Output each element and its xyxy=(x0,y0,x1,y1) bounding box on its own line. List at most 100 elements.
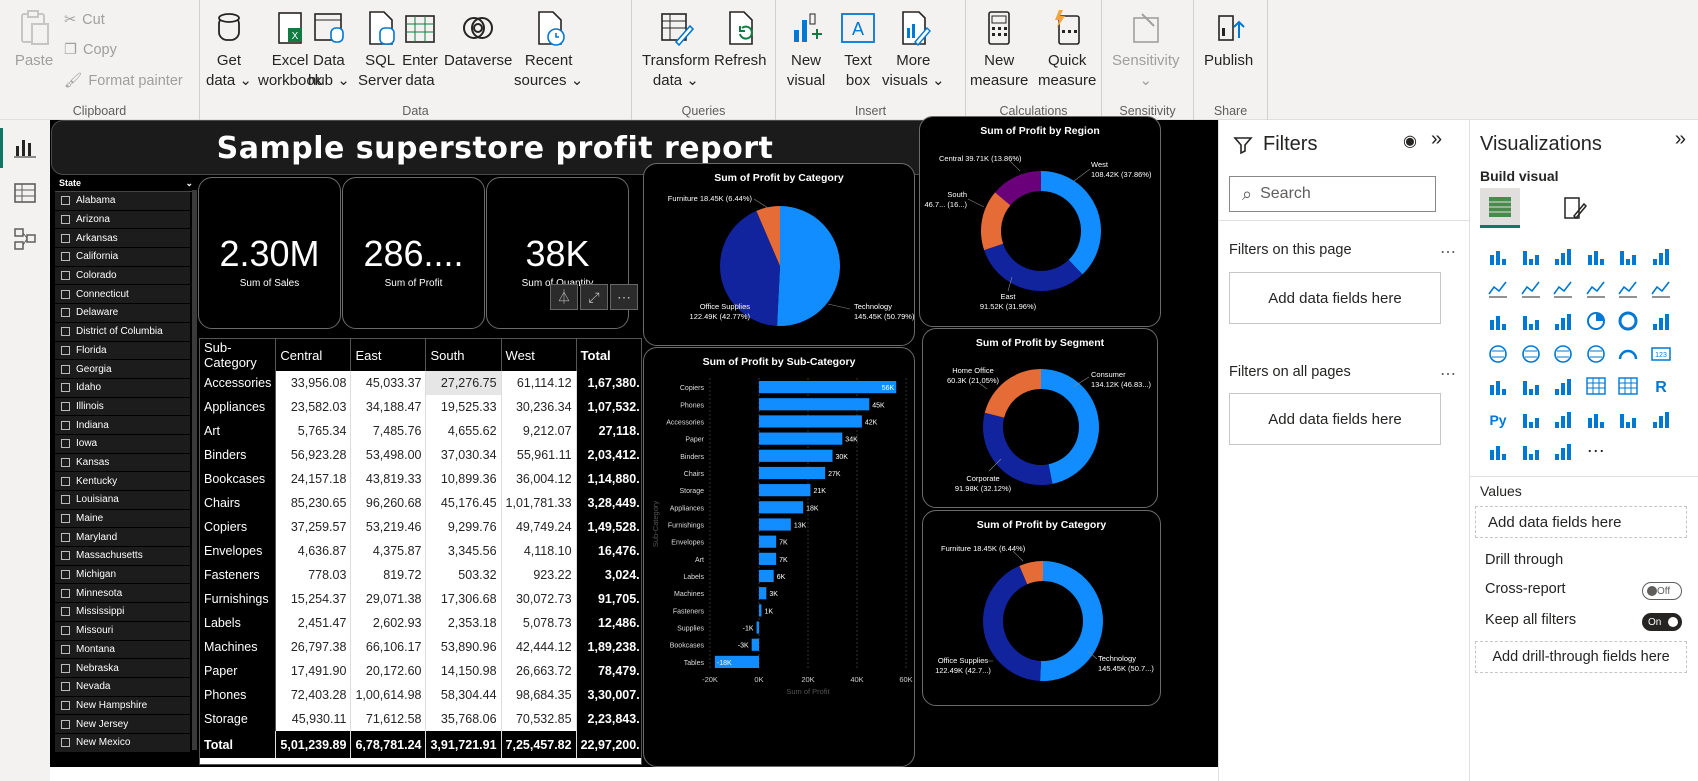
filled-map-visual-icon[interactable] xyxy=(1515,338,1548,371)
bar-fasteners[interactable] xyxy=(759,604,762,617)
checkbox[interactable] xyxy=(61,289,70,299)
slicer-item[interactable]: Louisiana xyxy=(55,491,190,510)
quick-measure-button[interactable]: Quick measure xyxy=(1038,8,1096,91)
profit-by-segment-donut[interactable]: Sum of Profit by Segment Consumer 134.12K… xyxy=(922,328,1158,508)
checkbox[interactable] xyxy=(61,345,70,355)
slicer-item[interactable]: Delaware xyxy=(55,304,190,323)
checkbox[interactable] xyxy=(61,607,70,617)
table-row[interactable]: Art 5,765.34 7,485.76 4,655.62 9,212.07 27,11… xyxy=(200,419,641,443)
qa-visual-icon[interactable] xyxy=(1580,403,1613,436)
data-hub-button[interactable]: Data hub ⌄ xyxy=(308,8,350,91)
r-visual-visual-icon[interactable]: R xyxy=(1645,370,1678,403)
bar-chairs[interactable] xyxy=(759,466,826,480)
ribbon-visual-icon[interactable] xyxy=(1645,273,1678,306)
slicer-visual-icon[interactable] xyxy=(1547,370,1580,403)
checkbox[interactable] xyxy=(61,495,70,505)
checkbox[interactable] xyxy=(61,719,70,729)
column-header[interactable]: Central xyxy=(275,339,352,371)
bar-supplies[interactable] xyxy=(756,621,759,634)
stacked-bar-visual-icon[interactable] xyxy=(1482,240,1515,273)
filters-all-drop-zone[interactable]: Add data fields here xyxy=(1229,393,1441,445)
slicer-item[interactable]: California xyxy=(55,248,190,267)
100-column-visual-icon[interactable] xyxy=(1645,240,1678,273)
checkbox[interactable] xyxy=(61,588,70,598)
kpi-visual-icon[interactable] xyxy=(1515,370,1548,403)
slicer-item[interactable]: New Mexico xyxy=(55,733,190,753)
checkbox[interactable] xyxy=(61,700,70,710)
checkbox[interactable] xyxy=(61,327,70,337)
slicer-item[interactable]: New Hampshire xyxy=(55,696,190,716)
table-row[interactable]: Appliances 23,582.03 34,188.47 19,525.33 30,… xyxy=(200,395,641,419)
donut-visual-icon[interactable] xyxy=(1612,305,1645,338)
checkbox[interactable] xyxy=(61,271,70,281)
treemap-visual-icon[interactable] xyxy=(1645,305,1678,338)
eye-icon[interactable]: ◉ xyxy=(1403,131,1417,151)
slicer-item[interactable]: Missouri xyxy=(55,621,190,641)
checkbox[interactable] xyxy=(61,233,70,243)
focus-mode-icon[interactable]: ⤢ xyxy=(580,284,608,310)
slicer-scrollbar[interactable] xyxy=(192,190,197,750)
get-data-button[interactable]: Get data ⌄ xyxy=(206,8,252,91)
table-row[interactable]: Paper 17,491.90 20,172.60 14,150.98 26,663.7… xyxy=(200,659,641,683)
copy-button[interactable]: ❐ Copy xyxy=(64,42,117,58)
table-view-icon[interactable] xyxy=(12,180,38,206)
table-row[interactable]: Accessories 33,956.08 45,033.37 27,276.75 61… xyxy=(200,371,641,395)
slicer-item[interactable]: Arkansas xyxy=(55,229,190,249)
table-row[interactable]: Storage 45,930.11 71,612.58 35,768.06 70,532… xyxy=(200,707,641,731)
table-row[interactable]: Phones 72,403.28 1,00,614.98 58,304.44 98,68… xyxy=(200,683,641,707)
slice-technology[interactable] xyxy=(1040,561,1103,681)
slicer-item[interactable]: Idaho xyxy=(55,378,190,398)
checkbox[interactable] xyxy=(61,420,70,430)
dataverse-button[interactable]: Dataverse xyxy=(444,8,512,71)
bar-storage[interactable] xyxy=(759,484,811,497)
bar-machines[interactable] xyxy=(759,587,767,600)
more-options-icon[interactable]: ⋯ xyxy=(1440,364,1457,384)
checkbox[interactable] xyxy=(61,364,70,374)
checkbox[interactable] xyxy=(61,682,70,692)
scatter-visual-icon[interactable] xyxy=(1547,305,1580,338)
new-visual-button[interactable]: New visual xyxy=(786,8,826,91)
table-row[interactable]: Bookcases 24,157.18 43,819.33 10,899.36 36,0… xyxy=(200,467,641,491)
checkbox[interactable] xyxy=(61,738,70,748)
paginated-visual-icon[interactable] xyxy=(1482,435,1515,468)
checkbox[interactable] xyxy=(61,551,70,561)
slicer-item[interactable]: Alabama xyxy=(55,192,190,211)
bar-bookcases[interactable] xyxy=(751,638,759,651)
bar-phones[interactable] xyxy=(759,398,870,411)
line-clustered-visual-icon[interactable] xyxy=(1612,273,1645,306)
format-visual-tab[interactable] xyxy=(1554,188,1594,228)
key-influencers-visual-icon[interactable] xyxy=(1515,403,1548,436)
slicer-item[interactable]: Indiana xyxy=(55,416,190,435)
slicer-item[interactable]: Arizona xyxy=(55,210,190,230)
table-visual-icon[interactable] xyxy=(1580,370,1613,403)
metrics-visual-icon[interactable] xyxy=(1645,403,1678,436)
multi-row-card-visual-icon[interactable] xyxy=(1482,370,1515,403)
slicer-item[interactable]: Kansas xyxy=(55,453,190,473)
slice-east[interactable] xyxy=(984,243,1083,291)
bar-copiers[interactable] xyxy=(759,381,897,394)
bar-furnishings[interactable] xyxy=(759,518,791,531)
gauge-visual-icon[interactable] xyxy=(1612,338,1645,371)
checkbox[interactable] xyxy=(61,196,70,206)
line-column-visual-icon[interactable] xyxy=(1580,273,1613,306)
column-header[interactable]: South xyxy=(425,339,502,371)
recent-sources-button[interactable]: Recent sources ⌄ xyxy=(514,8,583,91)
bar-accessories[interactable] xyxy=(759,415,862,428)
column-header[interactable]: Total xyxy=(576,339,641,371)
cut-button[interactable]: ✂ Cut xyxy=(64,12,105,28)
stacked-column-visual-icon[interactable] xyxy=(1515,240,1548,273)
100-bar-visual-icon[interactable] xyxy=(1612,240,1645,273)
clustered-column-visual-icon[interactable] xyxy=(1580,240,1613,273)
publish-button[interactable]: Publish xyxy=(1204,8,1253,71)
azure-map-visual-icon[interactable] xyxy=(1580,338,1613,371)
refresh-button[interactable]: Refresh xyxy=(714,8,767,71)
sensitivity-button[interactable]: Sensitivity ⌄ xyxy=(1112,8,1180,91)
format-painter-button[interactable]: 🖌 Format painter xyxy=(64,72,183,90)
checkbox[interactable] xyxy=(61,663,70,673)
sql-server-button[interactable]: SQL Server xyxy=(358,8,402,91)
slice-west[interactable] xyxy=(1041,171,1101,275)
slicer-item[interactable]: Minnesota xyxy=(55,584,190,604)
decomposition-tree-visual-icon[interactable] xyxy=(1547,403,1580,436)
power-apps-visual-icon[interactable] xyxy=(1515,435,1548,468)
more-visual-icon[interactable]: ⋯ xyxy=(1580,435,1613,468)
